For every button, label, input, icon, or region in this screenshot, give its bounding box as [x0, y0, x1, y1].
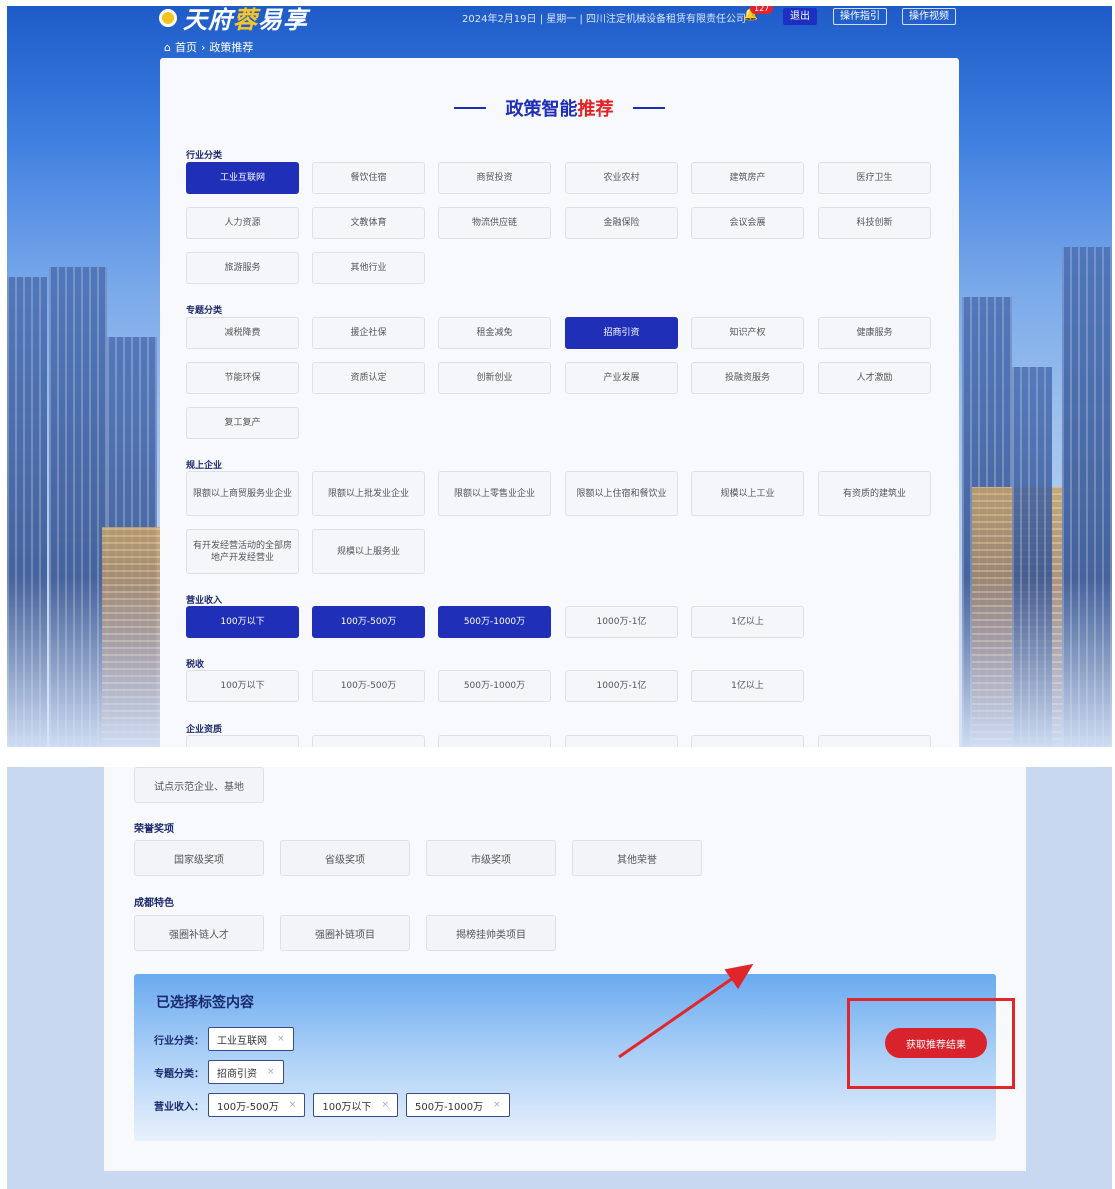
sun-logo-icon	[159, 9, 177, 27]
page-title: 政策智能推荐	[160, 95, 959, 121]
tag-topic-7[interactable]: 资质认定	[312, 362, 425, 394]
tag-scale-0[interactable]: 限额以上商贸服务业企业	[186, 471, 299, 516]
tag-topic-2[interactable]: 租金减免	[438, 317, 551, 349]
tag-topic-6[interactable]: 节能环保	[186, 362, 299, 394]
tag-tax-1[interactable]: 100万-500万	[312, 670, 425, 702]
tag-tax-0[interactable]: 100万以下	[186, 670, 299, 702]
tag-scale-4[interactable]: 规模以上工业	[691, 471, 804, 516]
tag-industry-6[interactable]: 人力资源	[186, 207, 299, 239]
tag-topic-4[interactable]: 知识产权	[691, 317, 804, 349]
tag-scale-6[interactable]: 有开发经营活动的全部房地产开发经营业	[186, 529, 299, 574]
tag-scale-3[interactable]: 限额以上住宿和餐饮业	[565, 471, 678, 516]
tag-industry-9[interactable]: 金融保险	[565, 207, 678, 239]
tag-industry-8[interactable]: 物流供应链	[438, 207, 551, 239]
section-label-qualification: 企业资质	[186, 725, 223, 735]
tag-industry-3[interactable]: 农业农村	[565, 162, 678, 194]
title-divider	[632, 107, 665, 109]
tag-qualification[interactable]	[818, 735, 931, 747]
breadcrumb: ⌂ 首页 › 政策推荐	[164, 39, 257, 55]
annotation-arrow	[618, 963, 754, 1059]
tag-industry-0[interactable]: 工业互联网	[186, 162, 299, 194]
tag-scale-1[interactable]: 限额以上批发业企业	[312, 471, 425, 516]
notification-badge: 127	[750, 6, 774, 14]
tag-qualification[interactable]	[312, 735, 425, 747]
tag-scale-7[interactable]: 规模以上服务业	[312, 529, 425, 574]
policy-panel: 政策智能推荐 行业分类 工业互联网 餐饮住宿 商贸投资 农业农村 建筑房产 医疗…	[160, 58, 959, 747]
tag-revenue-1[interactable]: 100万-500万	[312, 606, 425, 638]
section-label-industry: 行业分类	[186, 151, 223, 161]
top-bar: 天府蓉易享 2024年2月19日 | 星期一 | 四川注定机械设备租赁有限责任公…	[7, 6, 1112, 36]
tag-topic-10[interactable]: 投融资服务	[691, 362, 804, 394]
tag-topic-1[interactable]: 援企社保	[312, 317, 425, 349]
tag-qualification[interactable]	[565, 735, 678, 747]
tag-industry-4[interactable]: 建筑房产	[691, 162, 804, 194]
breadcrumb-current: 政策推荐	[209, 41, 254, 54]
top-screenshot: 天府蓉易享 2024年2月19日 | 星期一 | 四川注定机械设备租赁有限责任公…	[7, 6, 1112, 747]
tag-revenue-2[interactable]: 500万-1000万	[438, 606, 551, 638]
tag-industry-1[interactable]: 餐饮住宿	[312, 162, 425, 194]
tag-qualification[interactable]	[186, 735, 299, 747]
tag-industry-13[interactable]: 其他行业	[312, 252, 425, 284]
tag-qualification[interactable]	[691, 735, 804, 747]
section-label-scale: 规上企业	[186, 461, 223, 471]
date-company-info: 2024年2月19日 | 星期一 | 四川注定机械设备租赁有限责任公司	[462, 14, 746, 25]
tag-industry-11[interactable]: 科技创新	[818, 207, 931, 239]
title-divider	[454, 107, 487, 109]
policy-panel-bottom: 试点示范企业、基地 荣誉奖项 国家级奖项 省级奖项 市级奖项 其他荣誉 成都特色…	[104, 767, 1026, 1171]
logout-button[interactable]: 退出	[783, 8, 817, 25]
tag-topic-3[interactable]: 招商引资	[565, 317, 678, 349]
tag-topic-12[interactable]: 复工复产	[186, 407, 299, 439]
breadcrumb-home[interactable]: 首页	[175, 41, 197, 54]
tag-revenue-0[interactable]: 100万以下	[186, 606, 299, 638]
tag-topic-11[interactable]: 人才激励	[818, 362, 931, 394]
video-button[interactable]: 操作视频	[902, 8, 956, 25]
tag-revenue-4[interactable]: 1亿以上	[691, 606, 804, 638]
home-icon[interactable]: ⌂	[164, 41, 171, 54]
tag-scale-2[interactable]: 限额以上零售业企业	[438, 471, 551, 516]
tag-tax-4[interactable]: 1亿以上	[691, 670, 804, 702]
tag-industry-2[interactable]: 商贸投资	[438, 162, 551, 194]
tag-industry-12[interactable]: 旅游服务	[186, 252, 299, 284]
tag-topic-8[interactable]: 创新创业	[438, 362, 551, 394]
tag-revenue-3[interactable]: 1000万-1亿	[565, 606, 678, 638]
tag-qualification[interactable]	[438, 735, 551, 747]
tag-scale-5[interactable]: 有资质的建筑业	[818, 471, 931, 516]
tag-topic-9[interactable]: 产业发展	[565, 362, 678, 394]
tag-tax-2[interactable]: 500万-1000万	[438, 670, 551, 702]
section-label-topic: 专题分类	[186, 306, 223, 316]
logo: 天府蓉易享	[159, 6, 308, 35]
section-label-revenue: 营业收入	[186, 596, 223, 606]
tag-topic-5[interactable]: 健康服务	[818, 317, 931, 349]
section-label-tax: 税收	[186, 660, 205, 670]
tag-industry-7[interactable]: 文教体育	[312, 207, 425, 239]
guide-button[interactable]: 操作指引	[833, 8, 887, 25]
chevron-right-icon: ›	[200, 41, 206, 54]
arrow-line	[618, 963, 754, 1059]
tag-industry-5[interactable]: 医疗卫生	[818, 162, 931, 194]
bottom-screenshot: 试点示范企业、基地 荣誉奖项 国家级奖项 省级奖项 市级奖项 其他荣誉 成都特色…	[7, 767, 1112, 1189]
tag-industry-10[interactable]: 会议会展	[691, 207, 804, 239]
tag-topic-0[interactable]: 减税降费	[186, 317, 299, 349]
tag-tax-3[interactable]: 1000万-1亿	[565, 670, 678, 702]
